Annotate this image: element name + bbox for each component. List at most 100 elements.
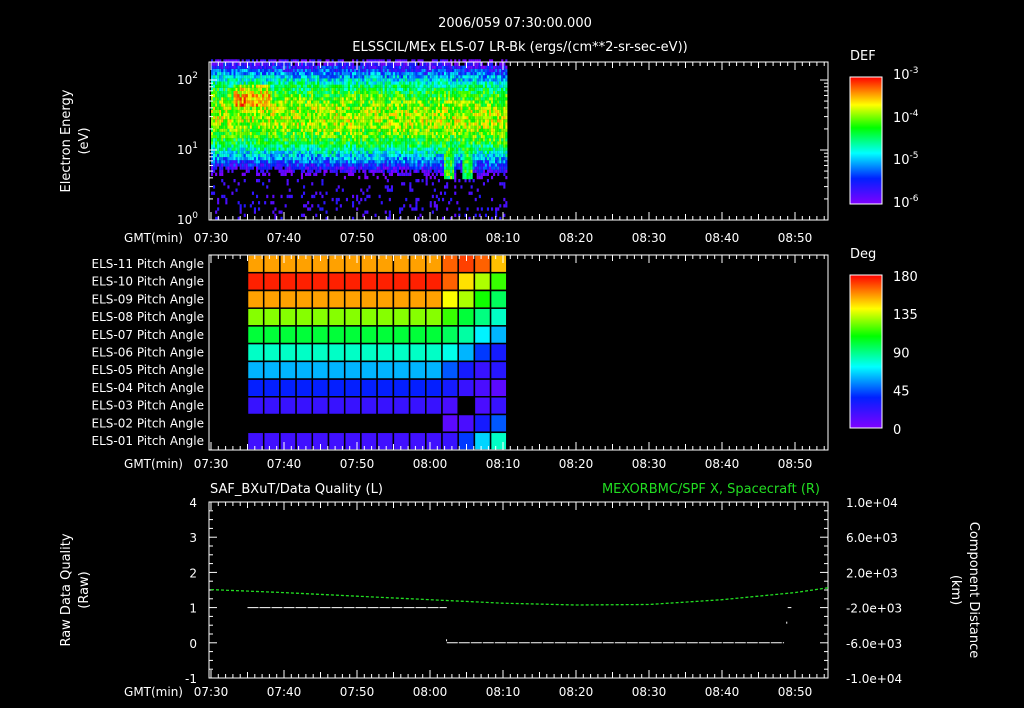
spectrogram-cell [478, 122, 481, 126]
spectrogram-cell [427, 112, 430, 117]
spectrogram-cell [401, 131, 404, 136]
spectrogram-cell [239, 207, 242, 211]
spectrogram-cell [266, 90, 269, 95]
spectrogram-cell [305, 150, 308, 154]
spectrogram-cell [368, 81, 371, 85]
spectrogram-cell [407, 81, 410, 85]
spectrogram-cell [421, 125, 424, 129]
spectrogram-cell [409, 153, 412, 158]
spectrogram-cell [421, 122, 424, 126]
spectrogram-cell [233, 153, 236, 158]
spectrogram-cell [258, 122, 261, 126]
spectrogram-cell [362, 75, 365, 79]
spectrogram-cell [472, 156, 475, 161]
spectrogram-cell [354, 160, 357, 164]
spectrogram-cell [339, 112, 342, 117]
spectrogram-cell [247, 128, 250, 132]
spectrogram-cell [327, 68, 330, 73]
spectrogram-cell [309, 68, 312, 73]
spectrogram-cell [462, 150, 465, 154]
spectrogram-cell [237, 68, 240, 73]
spectrogram-cell [403, 94, 406, 98]
spectrogram-cell [300, 62, 303, 66]
spectrogram-cell [219, 125, 222, 129]
spectrogram-cell [300, 125, 303, 129]
spectrogram-cell [231, 65, 234, 69]
spectrogram-cell [435, 81, 438, 85]
spectrogram-cell [380, 156, 383, 161]
spectrogram-cell [427, 169, 430, 173]
spectrogram-cell [296, 134, 299, 139]
spectrogram-cell [251, 112, 254, 117]
spectrogram-cell [372, 109, 375, 113]
spectrogram-cell [401, 84, 404, 88]
spectrogram-cell [249, 147, 252, 151]
spectrogram-cell [401, 166, 404, 170]
spectrogram-cell [233, 163, 236, 167]
spectrogram-cell [382, 112, 385, 117]
spectrogram-cell [433, 169, 436, 173]
spectrogram-cell [360, 166, 363, 170]
spectrogram-cell [288, 97, 291, 101]
spectrogram-cell [380, 68, 383, 73]
spectrogram-cell [284, 68, 287, 73]
spectrogram-cell [444, 65, 447, 69]
spectrogram-cell [470, 144, 473, 148]
spectrogram-cell [311, 100, 314, 104]
spectrogram-cell [270, 116, 273, 120]
spectrogram-cell [256, 97, 259, 101]
spectrogram-cell [409, 71, 412, 76]
spectrogram-cell [462, 138, 465, 142]
spectrogram-cell [343, 169, 346, 173]
spectrogram-cell [241, 87, 244, 91]
spectrogram-cell [360, 71, 363, 76]
spectrogram-cell [266, 194, 269, 199]
spectrogram-cell [460, 147, 463, 151]
spectrogram-cell [319, 147, 322, 151]
spectrogram-cell [231, 84, 234, 88]
spectrogram-cell [260, 144, 263, 148]
spectrogram-cell [303, 84, 306, 88]
spectrogram-cell [315, 84, 318, 88]
spectrogram-cell [478, 71, 481, 76]
spectrogram-cell [470, 62, 473, 66]
spectrogram-cell [343, 147, 346, 151]
spectrogram-cell [350, 84, 353, 88]
spectrogram-cell [419, 103, 422, 107]
spectrogram-cell [221, 119, 224, 123]
spectrogram-cell [288, 125, 291, 129]
spectrogram-cell [264, 125, 267, 129]
spectrogram-cell [245, 71, 248, 76]
spectrogram-cell [282, 172, 285, 176]
spectrogram-cell [437, 75, 440, 79]
spectrogram-cell [343, 65, 346, 69]
spectrogram-cell [356, 112, 359, 117]
spectrogram-cell [268, 131, 271, 136]
spectrogram-cell [323, 84, 326, 88]
spectrogram-cell [435, 68, 438, 73]
spectrogram-cell [341, 112, 344, 117]
spectrogram-cell [390, 100, 393, 104]
spectrogram-cell [239, 138, 242, 142]
spectrogram-cell [460, 97, 463, 101]
spectrogram-cell [460, 78, 463, 82]
spectrogram-cell [229, 150, 232, 154]
spectrogram-cell [425, 169, 428, 173]
title-time: 2006/059 07:30:00.000 [438, 16, 592, 31]
spectrogram-cell [442, 128, 445, 132]
spectrogram-cell [390, 138, 393, 142]
spectrogram-cell [378, 81, 381, 85]
spectrogram-cell [335, 106, 338, 110]
spectrogram-cell [431, 103, 434, 107]
spectrogram-cell [296, 119, 299, 123]
spectrogram-cell [288, 144, 291, 148]
spectrogram-cell [417, 94, 420, 98]
spectrogram-cell [446, 62, 449, 66]
spectrogram-cell [215, 134, 218, 139]
spectrogram-cell [409, 141, 412, 145]
spectrogram-cell [251, 138, 254, 142]
spectrogram-cell [450, 71, 453, 76]
spectrogram-cell [370, 75, 373, 79]
spectrogram-cell [448, 128, 451, 132]
spectrogram-cell [423, 125, 426, 129]
